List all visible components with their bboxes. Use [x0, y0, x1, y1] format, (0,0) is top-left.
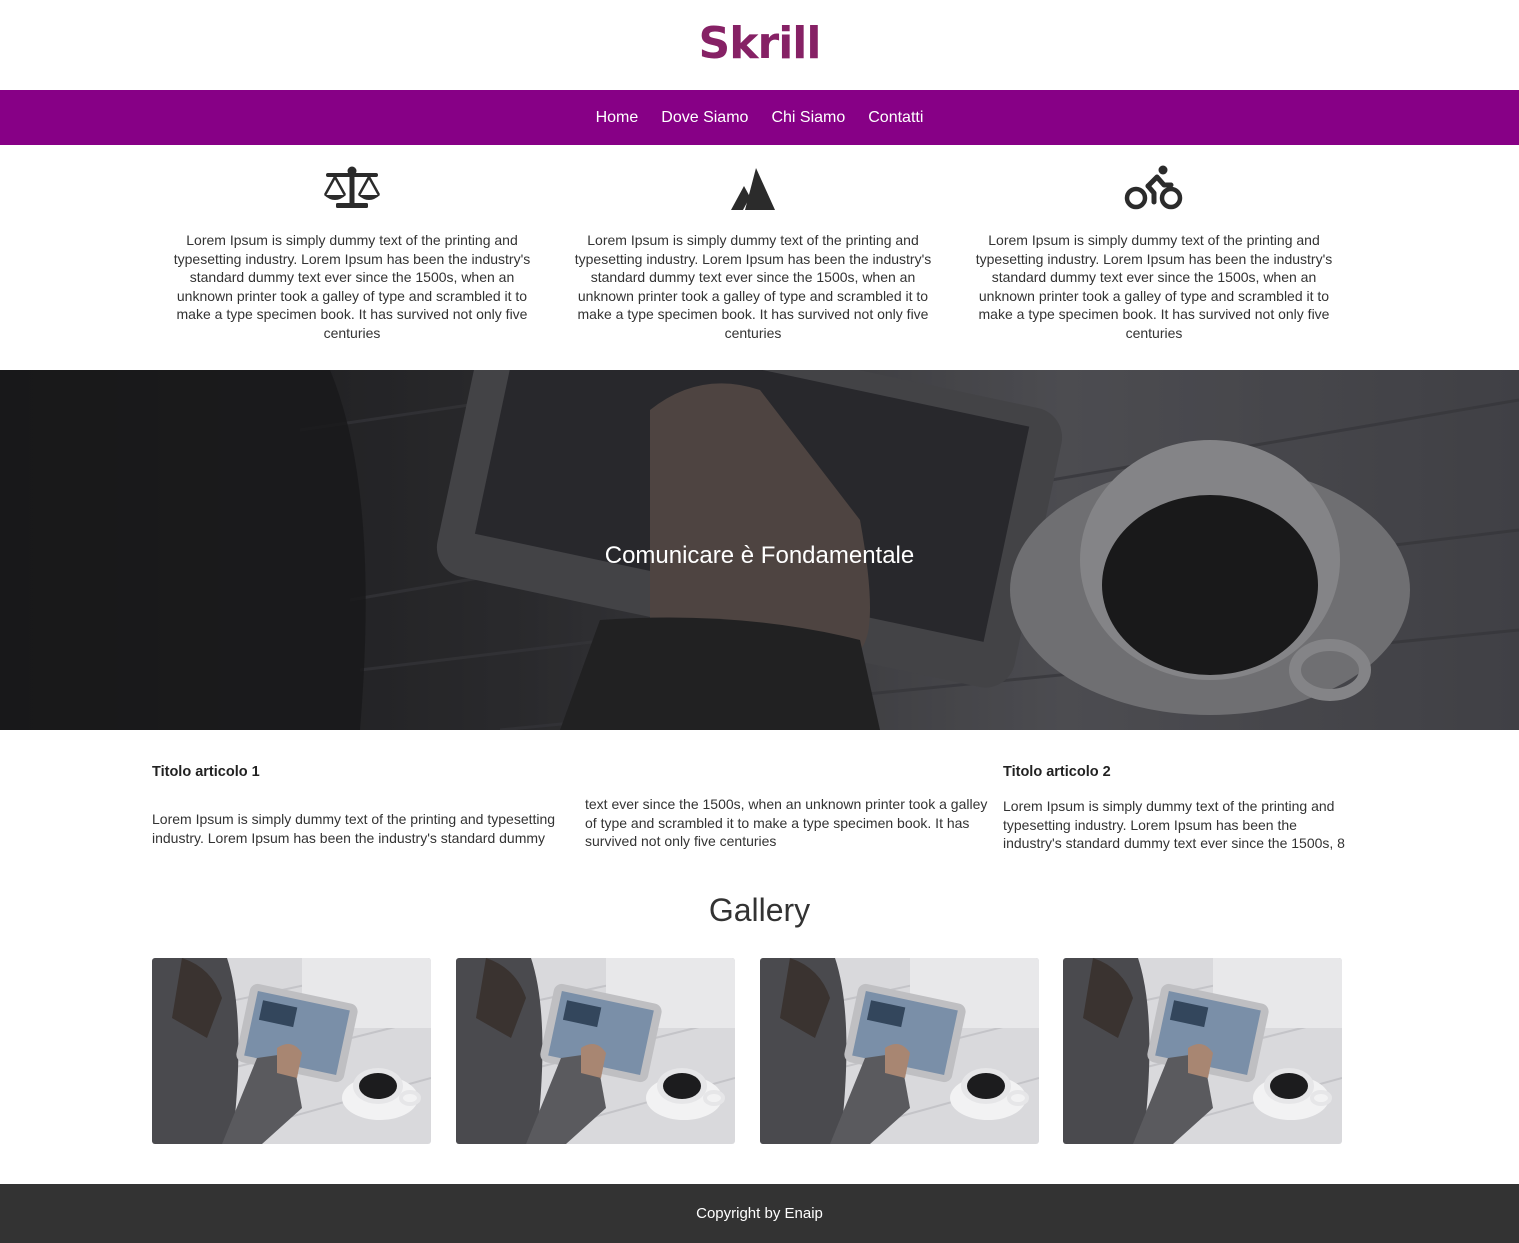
article-1-text-col1: Lorem Ipsum is simply dummy text of the …: [152, 811, 556, 846]
article-2-title: Titolo articolo 2: [1003, 764, 1111, 780]
gallery-title: Gallery: [708, 892, 811, 928]
site-header: Skrill: [0, 0, 1519, 90]
hero-banner: Comunicare è Fondamentale: [0, 370, 1519, 730]
article-1-text-col2: text ever since the 1500s, when an unkno…: [585, 796, 988, 849]
main-navbar: Home Dove Siamo Chi Siamo Contatti: [0, 90, 1519, 145]
feature-text: Lorem Ipsum is simply dummy text of the …: [975, 232, 1333, 341]
nav-contatti[interactable]: Contatti: [868, 109, 923, 127]
nav-dove-siamo[interactable]: Dove Siamo: [661, 109, 748, 127]
cyclist-icon: [969, 163, 1339, 213]
gallery-image[interactable]: [456, 958, 735, 1144]
features-section: Lorem Ipsum is simply dummy text of the …: [0, 145, 1519, 370]
article-2-text: Lorem Ipsum is simply dummy text of the …: [1003, 798, 1345, 851]
feature-text: Lorem Ipsum is simply dummy text of the …: [574, 232, 932, 341]
balance-scale-icon: [167, 163, 537, 213]
feature-card: Lorem Ipsum is simply dummy text of the …: [167, 163, 537, 342]
feature-text: Lorem Ipsum is simply dummy text of the …: [173, 232, 531, 341]
nav-chi-siamo[interactable]: Chi Siamo: [771, 109, 845, 127]
feature-card: Lorem Ipsum is simply dummy text of the …: [969, 163, 1339, 342]
site-footer: Copyright by Enaip: [0, 1184, 1519, 1243]
hero-title: Comunicare è Fondamentale: [604, 542, 915, 569]
feature-card: Lorem Ipsum is simply dummy text of the …: [568, 163, 938, 342]
nav-home[interactable]: Home: [596, 109, 639, 127]
articles-section: Titolo articolo 1 Lorem Ipsum is simply …: [0, 730, 1519, 880]
mountain-peaks-icon: [568, 163, 938, 213]
copyright-text: Copyright by Enaip: [696, 1205, 823, 1222]
gallery-image[interactable]: [152, 958, 431, 1144]
gallery-image[interactable]: [1063, 958, 1342, 1144]
skrill-logo[interactable]: Skrill: [699, 22, 822, 66]
article-1-title: Titolo articolo 1: [152, 764, 260, 780]
gallery-image[interactable]: [760, 958, 1039, 1144]
